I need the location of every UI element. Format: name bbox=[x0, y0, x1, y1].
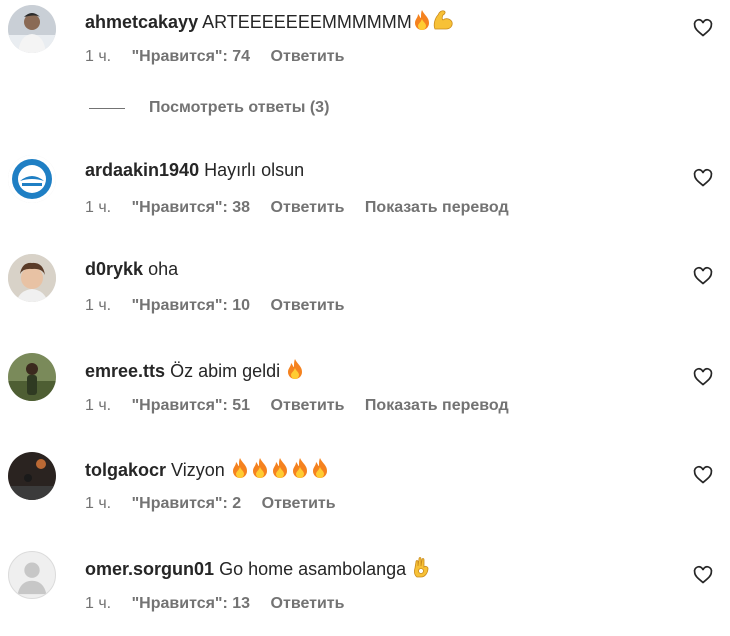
comment-text-line: ahmetcakayy ARTEEEEEEEMMMMMM bbox=[85, 9, 454, 33]
comment-time[interactable]: 1 ч. bbox=[85, 48, 111, 65]
comment-text: Vizyon bbox=[171, 460, 225, 480]
fire-emoji-icon bbox=[312, 458, 327, 478]
heart-outline-icon[interactable] bbox=[693, 565, 713, 585]
fire-emoji-icon bbox=[292, 458, 307, 478]
view-replies-link[interactable]: Посмотреть ответы (3) bbox=[89, 98, 329, 118]
reply-button[interactable]: Ответить bbox=[271, 199, 345, 216]
comment-text-line: tolgakocr Vizyon bbox=[85, 457, 330, 481]
reply-button[interactable]: Ответить bbox=[271, 297, 345, 314]
fire-emoji-icon bbox=[232, 458, 247, 478]
comment-text: ARTEEEEEEEMMMMMM bbox=[202, 12, 412, 32]
fire-emoji-icon bbox=[252, 458, 267, 478]
comment-meta: 1 ч. "Нравится": 51 Ответить Показать пе… bbox=[85, 396, 525, 416]
comment-likes[interactable]: "Нравится": 2 bbox=[132, 495, 242, 512]
heart-outline-icon[interactable] bbox=[693, 18, 713, 38]
heart-outline-icon[interactable] bbox=[693, 266, 713, 286]
comment-username[interactable]: emree.tts bbox=[85, 361, 165, 381]
comment-time[interactable]: 1 ч. bbox=[85, 495, 111, 512]
comment-text-line: omer.sorgun01 Go home asambolanga bbox=[85, 556, 431, 580]
comment-text: Öz abim geldi bbox=[170, 361, 281, 381]
comment-likes[interactable]: "Нравится": 38 bbox=[132, 199, 251, 216]
fire-emoji-icon bbox=[414, 10, 429, 30]
comment-meta: 1 ч. "Нравится": 10 Ответить bbox=[85, 296, 360, 316]
heart-outline-icon[interactable] bbox=[693, 367, 713, 387]
ok-hand-emoji-icon bbox=[414, 557, 429, 578]
reply-button[interactable]: Ответить bbox=[271, 397, 345, 414]
avatar[interactable] bbox=[8, 155, 56, 203]
replies-divider bbox=[89, 107, 125, 109]
avatar[interactable] bbox=[8, 254, 56, 302]
comment-meta: 1 ч. "Нравится": 38 Ответить Показать пе… bbox=[85, 198, 525, 218]
avatar[interactable] bbox=[8, 353, 56, 401]
comment-username[interactable]: ardaakin1940 bbox=[85, 160, 199, 180]
comment-meta: 1 ч. "Нравится": 2 Ответить bbox=[85, 494, 352, 514]
avatar[interactable] bbox=[8, 5, 56, 53]
comment-time[interactable]: 1 ч. bbox=[85, 199, 111, 216]
heart-outline-icon[interactable] bbox=[693, 168, 713, 188]
flexed-biceps-emoji-icon bbox=[433, 10, 453, 30]
comment-text-line: emree.tts Öz abim geldi bbox=[85, 358, 305, 382]
reply-button[interactable]: Ответить bbox=[271, 48, 345, 65]
translate-button[interactable]: Показать перевод bbox=[365, 199, 509, 216]
comment-time[interactable]: 1 ч. bbox=[85, 297, 111, 314]
avatar[interactable] bbox=[8, 452, 56, 500]
comment-text: oha bbox=[148, 259, 179, 279]
comment-meta: 1 ч. "Нравится": 13 Ответить bbox=[85, 594, 360, 614]
comment-likes[interactable]: "Нравится": 13 bbox=[132, 595, 251, 612]
comment-text-line: d0rykk oha bbox=[85, 258, 178, 280]
reply-button[interactable]: Ответить bbox=[262, 495, 336, 512]
comment-username[interactable]: d0rykk bbox=[85, 259, 143, 279]
avatar[interactable] bbox=[8, 551, 56, 599]
comment-likes[interactable]: "Нравится": 10 bbox=[132, 297, 251, 314]
comment-username[interactable]: ahmetcakayy bbox=[85, 12, 198, 32]
comment-text: Go home asambolanga bbox=[219, 559, 407, 579]
comment-time[interactable]: 1 ч. bbox=[85, 595, 111, 612]
comment-username[interactable]: omer.sorgun01 bbox=[85, 559, 214, 579]
comment-likes[interactable]: "Нравится": 51 bbox=[132, 397, 251, 414]
comment-text: Hayırlı olsun bbox=[204, 160, 305, 180]
comment-meta: 1 ч. "Нравится": 74 Ответить bbox=[85, 47, 360, 67]
reply-button[interactable]: Ответить bbox=[271, 595, 345, 612]
comment-time[interactable]: 1 ч. bbox=[85, 397, 111, 414]
fire-emoji-icon bbox=[288, 359, 303, 379]
heart-outline-icon[interactable] bbox=[693, 465, 713, 485]
fire-emoji-icon bbox=[272, 458, 287, 478]
default-avatar-icon bbox=[17, 562, 47, 595]
comment-likes[interactable]: "Нравится": 74 bbox=[132, 48, 251, 65]
comment-username[interactable]: tolgakocr bbox=[85, 460, 166, 480]
view-replies-label: Посмотреть ответы (3) bbox=[149, 99, 330, 116]
comment-text-line: ardaakin1940 Hayırlı olsun bbox=[85, 159, 304, 181]
translate-button[interactable]: Показать перевод bbox=[365, 397, 509, 414]
